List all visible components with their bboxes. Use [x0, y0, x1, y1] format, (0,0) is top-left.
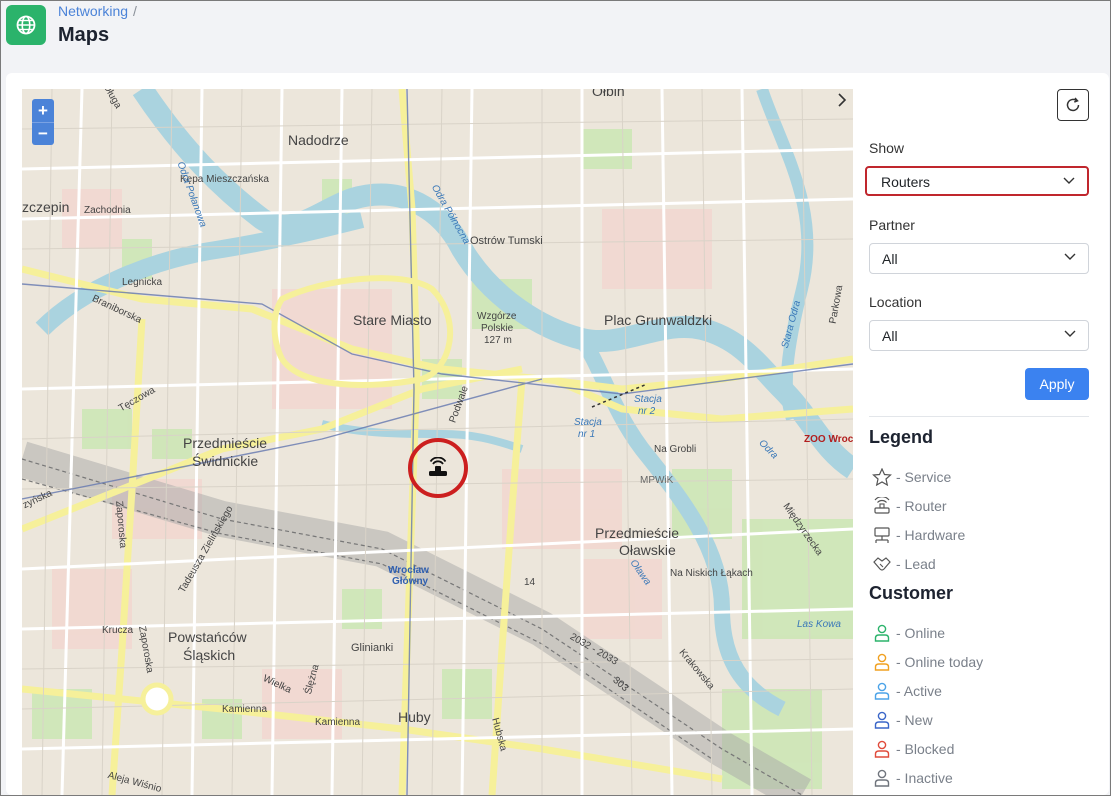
legend-item-label: - Router [896, 498, 947, 514]
refresh-icon [1066, 97, 1080, 112]
zoom-in-button[interactable]: + [32, 99, 54, 122]
legend-item-label: - Service [896, 469, 952, 485]
user-icon [874, 711, 890, 729]
customer-item-label: - Online today [896, 654, 984, 670]
breadcrumb-networking-link[interactable]: Networking [58, 3, 128, 19]
router-icon [874, 497, 890, 514]
globe-icon [6, 5, 46, 45]
breadcrumb: Networking / [58, 3, 137, 19]
chevron-down-icon [1064, 330, 1076, 337]
map-label: nr 2 [638, 406, 656, 417]
user-icon [874, 682, 890, 700]
partner-select[interactable]: All [869, 243, 1089, 274]
map-label: Plac Grunwaldzki [604, 312, 713, 328]
map-label: Las Kowa [797, 619, 841, 630]
map-label: Na Grobli [654, 444, 697, 455]
map-label: Śląskich [183, 647, 236, 663]
map-label: Przedmieście [183, 435, 268, 451]
map-label: Nadodrze [288, 132, 349, 148]
chevron-down-icon [1063, 177, 1075, 184]
show-select[interactable]: Routers [865, 166, 1089, 196]
legend-item-hardware: - Hardware [872, 525, 965, 545]
map-label: Wzgórze [477, 311, 517, 322]
location-label: Location [869, 294, 922, 310]
location-select-value: All [882, 328, 898, 344]
handshake-icon [873, 557, 891, 571]
map-label: Glinianki [351, 642, 394, 654]
page-title: Maps [58, 24, 110, 46]
map-label: Polskie [481, 323, 514, 334]
customer-title: Customer [869, 583, 954, 603]
show-label: Show [869, 140, 905, 156]
customer-item-inactive: - Inactive [872, 768, 953, 788]
map-label: ZOO Wroc [804, 434, 853, 445]
customer-item-label: - New [896, 712, 933, 728]
partner-label: Partner [869, 217, 915, 233]
legend-item-label: - Lead [896, 556, 936, 572]
customer-item-label: - Blocked [896, 741, 955, 757]
zoom-control: + − [32, 99, 54, 145]
map-label: 127 m [484, 335, 512, 346]
legend-item-service: - Service [872, 467, 951, 487]
customer-item-blocked: - Blocked [872, 739, 954, 759]
user-icon [874, 769, 890, 787]
location-select[interactable]: All [869, 320, 1089, 351]
chevron-right-icon [838, 93, 847, 107]
router-icon [429, 457, 447, 476]
divider [869, 416, 1089, 417]
show-select-value: Routers [881, 174, 931, 190]
breadcrumb-separator: / [133, 3, 137, 19]
map-label: Wrocław [388, 565, 429, 576]
map-label: Przedmieście [595, 525, 680, 541]
map-label: Zachodnia [84, 205, 131, 216]
router-marker[interactable] [408, 438, 468, 498]
customer-item-online: - Online [872, 623, 945, 643]
customer-item-label: - Active [896, 683, 942, 699]
map-label: Stacja [574, 417, 602, 428]
chevron-down-icon [1064, 253, 1076, 260]
map-label: Stacja [634, 394, 662, 405]
star-icon [872, 468, 892, 486]
map-label: Na Niskich Łąkach [670, 568, 753, 579]
map-label: 14 [524, 577, 536, 588]
partner-select-value: All [882, 251, 898, 267]
map-label: nr 1 [578, 429, 596, 440]
map-label: Huby [398, 709, 431, 725]
legend-item-router: - Router [872, 496, 947, 516]
map-label: Ostrów Tumski [470, 235, 543, 247]
user-icon [874, 653, 890, 671]
map-label: Kamienna [222, 704, 268, 715]
map-label: Stare Miasto [353, 312, 432, 328]
map-label: Legnicka [122, 277, 163, 288]
customer-item-label: - Inactive [896, 770, 953, 786]
map-label: Główny [392, 576, 429, 587]
map-label: Kamienna [315, 717, 361, 728]
apply-button[interactable]: Apply [1025, 368, 1089, 400]
map-label: Świdnickie [192, 453, 259, 469]
map-label: Oławskie [619, 542, 676, 558]
customer-item-active: - Active [872, 681, 942, 701]
customer-item-online-today: - Online today [872, 652, 983, 672]
hardware-icon [874, 527, 890, 543]
customer-item-new: - New [872, 710, 933, 730]
refresh-button[interactable] [1057, 89, 1089, 121]
legend-item-lead: - Lead [872, 554, 936, 574]
collapse-panel-button[interactable] [833, 89, 851, 111]
customer-item-label: - Online [896, 625, 946, 641]
user-icon [874, 624, 890, 642]
legend-item-label: - Hardware [896, 527, 966, 543]
map-label: Krucza [102, 625, 134, 636]
map-label: Ołbin [592, 89, 625, 99]
map-label: zczepin [22, 199, 70, 215]
page-header: Networking / Maps [1, 1, 1110, 69]
zoom-out-button[interactable]: − [32, 122, 54, 145]
map-label: MPWiK [640, 475, 674, 486]
legend-title: Legend [869, 427, 934, 447]
user-icon [874, 740, 890, 758]
map-label: Powstańców [168, 629, 247, 645]
